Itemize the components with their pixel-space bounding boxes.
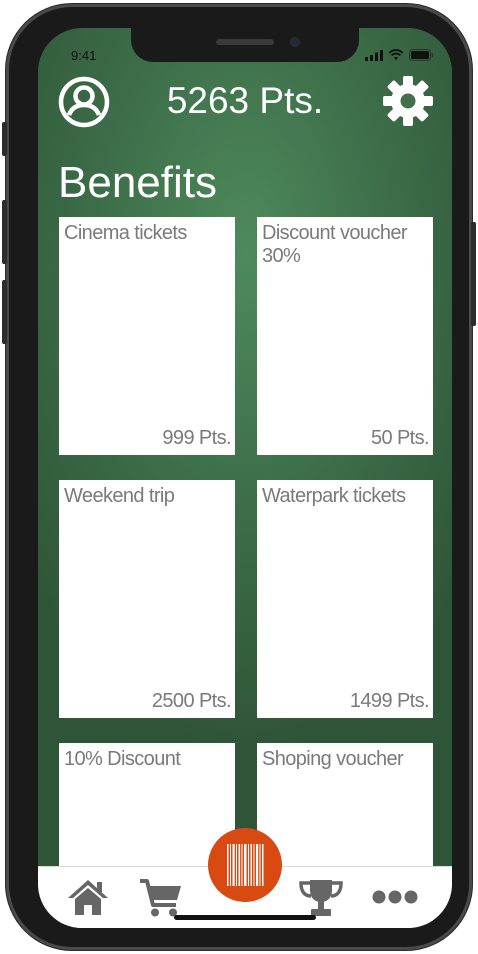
front-camera	[290, 37, 300, 47]
benefit-card-cinema[interactable]: Cinema tickets 999 Pts.	[59, 217, 235, 455]
benefit-title: Cinema tickets	[64, 222, 187, 244]
benefit-points: 50 Pts.	[370, 427, 430, 449]
benefit-points: 1499 Pts.	[349, 690, 430, 712]
notch	[131, 28, 359, 62]
trophy-icon	[299, 880, 343, 916]
home-icon	[68, 880, 108, 915]
gear-icon	[383, 76, 433, 126]
volume-up-button	[2, 200, 7, 264]
status-icons	[365, 49, 434, 61]
phone-frame: 9:41 5263 Pts. Benefits Cinema tickets 9…	[2, 4, 476, 950]
home-indicator[interactable]	[174, 915, 316, 920]
benefit-card-waterpark[interactable]: Waterpark tickets 1499 Pts.	[257, 480, 433, 718]
status-time: 9:41	[71, 48, 97, 63]
speaker-grille	[216, 39, 274, 45]
tab-more[interactable]	[372, 889, 418, 910]
signal-icon	[365, 50, 383, 61]
benefits-title: Benefits	[58, 158, 217, 207]
benefit-card-weekend-trip[interactable]: Weekend trip 2500 Pts.	[59, 480, 235, 718]
barcode-icon	[227, 844, 264, 886]
benefit-title: 10% Discount	[64, 748, 181, 770]
tab-home[interactable]	[66, 877, 110, 922]
battery-icon	[409, 49, 434, 61]
benefit-title: Weekend trip	[64, 485, 175, 507]
more-dots-icon	[372, 890, 418, 904]
app-screen: 9:41 5263 Pts. Benefits Cinema tickets 9…	[38, 28, 452, 928]
power-button	[471, 222, 476, 326]
benefit-card-discount-voucher[interactable]: Discount voucher 30% 50 Pts.	[257, 217, 433, 455]
cart-icon	[140, 879, 181, 917]
volume-down-button	[2, 280, 7, 344]
scan-button[interactable]	[208, 828, 282, 902]
benefit-title: Shoping voucher	[262, 748, 404, 770]
benefit-title: Discount voucher 30%	[262, 222, 408, 267]
benefit-points: 2500 Pts.	[151, 690, 232, 712]
mute-switch	[2, 122, 7, 156]
wifi-icon	[388, 49, 404, 60]
settings-button[interactable]	[381, 74, 435, 128]
benefit-points: 999 Pts.	[162, 427, 231, 449]
benefit-title: Waterpark tickets	[262, 485, 406, 507]
